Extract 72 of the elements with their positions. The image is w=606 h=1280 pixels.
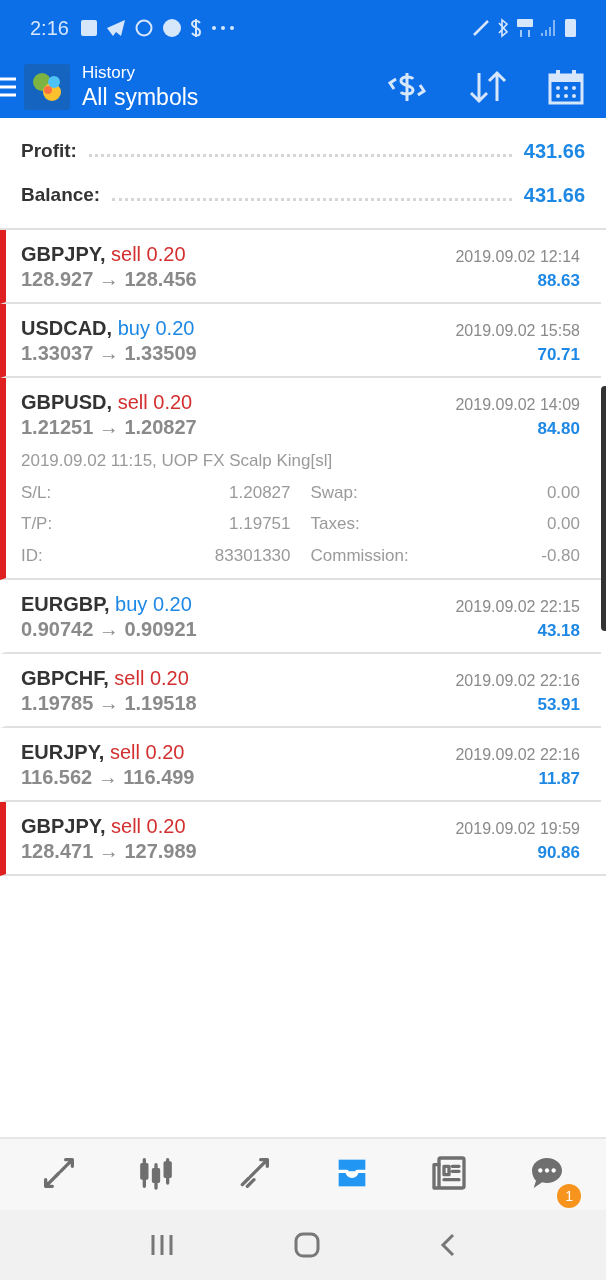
notification-badge: 1 [557,1184,582,1208]
deal-profit: 11.87 [538,768,580,790]
deal-row[interactable]: GBPJPY, sell 0.20 128.471 → 127.989 2019.09.02 19:59 90.86 [0,802,601,876]
deal-row[interactable]: GBPJPY, sell 0.20 128.927 → 128.456 2019.09.02 12:14 88.63 [0,230,601,304]
deal-profit: 70.71 [537,344,580,366]
deal-prices: 1.19785 → 1.19518 [21,691,197,716]
deal-comment: 2019.09.02 11:15, UOP FX Scalp King[sl] [21,450,334,472]
app-notification-icon [80,20,97,36]
detail-value: 1.19751 [229,513,291,535]
summary-value: 431.66 [523,183,585,208]
menu-icon[interactable] [0,76,16,98]
deal-title: USDCAD, buy 0.20 [21,316,196,341]
summary-label: Balance: [21,182,101,207]
paper-plane-icon [106,20,125,36]
detail-label: ID: [21,544,43,567]
deal-time: 2019.09.02 22:15 [455,597,580,617]
deal-title: GBPJPY, sell 0.20 [21,814,187,839]
deal-title: EURGBP, buy 0.20 [21,592,193,617]
calendar-icon[interactable] [548,69,584,105]
deal-profit: 88.63 [537,270,580,292]
deal-profit: 43.18 [537,620,580,642]
screen-subtitle: History [82,62,136,84]
deal-prices: 116.562 → 116.499 [21,765,195,790]
deal-profit: 53.91 [537,694,580,716]
deal-title: EURJPY, sell 0.20 [21,740,186,765]
bluetooth-icon [497,18,509,38]
dollar-icon [190,19,201,37]
pen-icon [473,20,489,36]
deal-title: GBPUSD, sell 0.20 [21,390,194,415]
chat-notification-icon [162,19,181,37]
deal-time: 2019.09.02 15:58 [455,321,580,341]
deal-prices: 128.927 → 128.456 [21,267,197,292]
deal-time: 2019.09.02 22:16 [455,671,580,691]
ring-icon [134,19,153,37]
detail-value: 1.20827 [229,481,291,504]
recent-apps-icon[interactable] [150,1234,174,1256]
home-icon[interactable] [294,1232,320,1258]
detail-value: 0.00 [546,513,580,535]
detail-label: T/P: [21,513,53,535]
deal-time: 2019.09.02 19:59 [455,819,580,839]
deal-time: 2019.09.02 14:09 [455,395,580,415]
battery-icon [565,19,576,37]
deal-row[interactable]: USDCAD, buy 0.20 1.33037 → 1.33509 2019.09.02 15:58 70.71 [0,304,601,378]
deal-title: GBPCHF, sell 0.20 [21,666,190,691]
detail-value: -0.80 [541,544,580,567]
detail-label: Swap: [310,481,358,504]
deal-title: GBPJPY, sell 0.20 [21,242,187,267]
sort-icon[interactable] [468,69,508,105]
detail-label: Commission: [310,544,409,567]
deal-time: 2019.09.02 22:16 [455,745,580,765]
detail-value: 83301330 [214,544,291,567]
signal-icon [541,20,557,36]
deal-time: 2019.09.02 12:14 [455,247,580,267]
screen-title: All symbols [82,83,199,112]
detail-label: Taxes: [310,513,360,535]
deal-profit: 90.86 [537,842,580,864]
back-icon[interactable] [440,1233,456,1257]
deal-row[interactable]: GBPCHF, sell 0.20 1.19785 → 1.19518 2019.09.02 22:16 53.91 [0,654,601,728]
deal-prices: 1.33037 → 1.33509 [21,341,197,366]
summary-label: Profit: [21,138,77,163]
network-icon [517,19,533,37]
deal-prices: 128.471 → 127.989 [21,839,197,864]
detail-label: S/L: [21,481,52,504]
more-icon [210,25,235,31]
app-logo-icon [24,64,70,110]
deal-row[interactable]: EURJPY, sell 0.20 116.562 → 116.499 2019.09.02 22:16 11.87 [0,728,601,802]
status-time: 2:16 [30,16,69,41]
detail-value: 0.00 [546,481,580,504]
summary-value: 431.66 [523,139,585,164]
deal-prices: 1.21251 → 1.20827 [21,415,197,440]
deal-prices: 0.90742 → 0.90921 [21,617,197,642]
deal-profit: 84.80 [537,418,580,440]
